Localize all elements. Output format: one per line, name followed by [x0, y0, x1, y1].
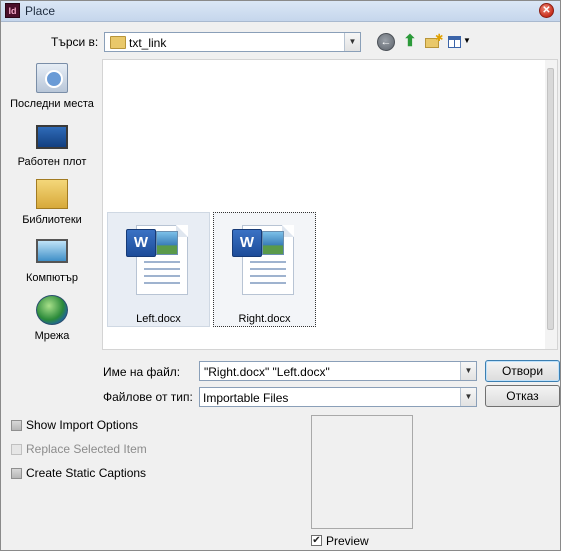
computer-icon [36, 239, 68, 263]
close-button[interactable]: ✕ [539, 3, 554, 18]
place-dialog: Id Place ✕ Търси в: txt_link ▼ ← ⬆ ✱ ▼ П… [0, 0, 561, 551]
open-button[interactable]: Отвори [485, 360, 560, 382]
place-label: Компютър [25, 272, 79, 284]
scrollbar-thumb[interactable] [547, 68, 554, 330]
file-name: Left.docx [136, 313, 181, 325]
word-badge: W [232, 229, 262, 257]
place-computer[interactable]: Компютър [6, 233, 98, 289]
star-icon: ✱ [435, 33, 444, 44]
word-document-icon: W [126, 221, 192, 299]
file-type-select[interactable]: Importable Files ▼ [199, 387, 477, 407]
preview-checkbox[interactable]: ✔ [311, 535, 322, 546]
recent-places-icon [36, 63, 68, 93]
folder-icon [110, 36, 126, 49]
vertical-scrollbar[interactable] [545, 60, 557, 349]
checkbox-box[interactable] [11, 468, 22, 479]
title-bar: Id Place ✕ [1, 1, 560, 22]
place-libraries[interactable]: Библиотеки [6, 175, 98, 231]
file-type-label: Файлове от тип: [103, 390, 193, 404]
file-item-right-docx[interactable]: W Right.docx [213, 212, 316, 327]
place-recent[interactable]: Последни места [6, 59, 98, 115]
chevron-down-icon[interactable]: ▼ [460, 388, 476, 406]
file-name: Right.docx [238, 313, 291, 325]
indesign-app-icon: Id [5, 3, 20, 18]
preview-label: Preview [326, 534, 369, 548]
chevron-down-icon: ▼ [463, 36, 471, 45]
look-in-label: Търси в: [51, 35, 99, 49]
checkbox-label: Show Import Options [26, 418, 139, 432]
checkbox-box [11, 444, 22, 455]
chevron-down-icon[interactable]: ▼ [460, 362, 476, 380]
place-label: Работен плот [17, 156, 87, 168]
place-label: Мрежа [34, 330, 70, 342]
word-document-icon: W [232, 221, 298, 299]
window-title: Place [25, 4, 56, 18]
checkbox-label: Create Static Captions [26, 466, 147, 480]
up-folder-button[interactable]: ⬆ [401, 33, 419, 51]
look-in-combo[interactable]: txt_link ▼ [104, 32, 361, 52]
back-button[interactable]: ← [377, 33, 395, 51]
current-folder-name: txt_link [129, 36, 167, 50]
network-icon [36, 295, 68, 325]
view-grid-icon [448, 36, 461, 48]
file-name-value[interactable]: "Right.docx" "Left.docx" [204, 365, 330, 379]
checkbox-label: Replace Selected Item [26, 442, 147, 456]
view-menu-button[interactable]: ▼ [447, 33, 473, 51]
cancel-button[interactable]: Отказ [485, 385, 560, 407]
preview-pane [311, 415, 413, 529]
places-bar: Последни места Работен плот Библиотеки К… [6, 59, 98, 349]
place-network[interactable]: Мрежа [6, 291, 98, 347]
chevron-down-icon[interactable]: ▼ [344, 33, 360, 51]
file-type-value: Importable Files [203, 391, 289, 405]
word-badge: W [126, 229, 156, 257]
file-name-field[interactable]: "Right.docx" "Left.docx" ▼ [199, 361, 477, 381]
new-folder-button[interactable]: ✱ [424, 33, 444, 51]
libraries-icon [36, 179, 68, 209]
place-label: Библиотеки [22, 214, 82, 226]
place-desktop[interactable]: Работен плот [6, 117, 98, 173]
place-label: Последни места [10, 98, 94, 110]
file-list[interactable]: W Left.docx W Right.docx [102, 59, 558, 350]
file-item-left-docx[interactable]: W Left.docx [107, 212, 210, 327]
desktop-icon [36, 125, 68, 149]
file-name-label: Име на файл: [103, 365, 181, 379]
checkbox-box[interactable] [11, 420, 22, 431]
